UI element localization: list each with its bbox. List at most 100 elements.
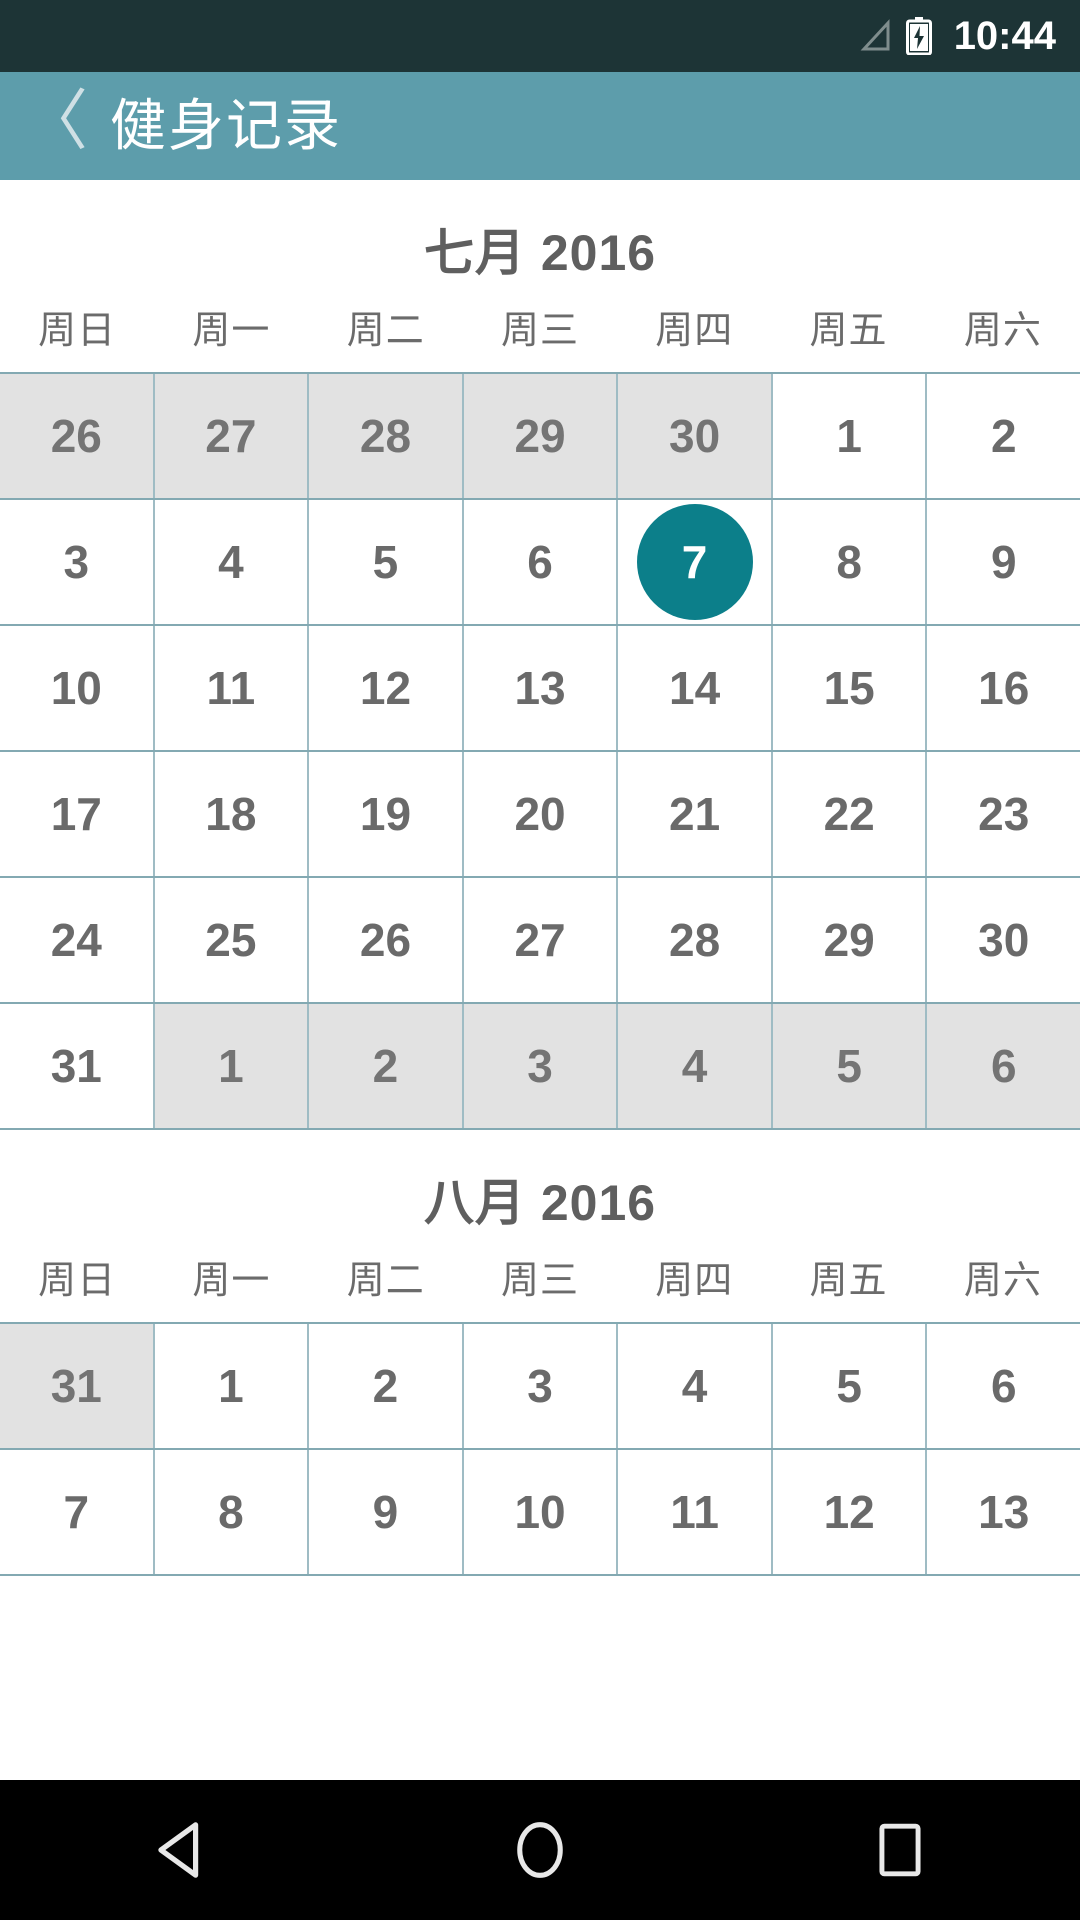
day-cell[interactable]: 3 xyxy=(0,500,155,624)
day-cell[interactable]: 13 xyxy=(927,1450,1080,1574)
day-cell[interactable]: 10 xyxy=(463,1450,619,1574)
day-number: 31 xyxy=(50,1360,102,1412)
day-number: 30 xyxy=(978,914,1030,966)
day-cell[interactable]: 27 xyxy=(154,374,310,498)
calendar-scroll-area[interactable]: 七月 2016 周日 周一 周二 周三 周四 周五 周六 26 27 28 29 30 1 2 3 4 5 6 7 8 9… xyxy=(0,180,1080,1780)
week-grid: 26 27 28 29 30 1 2 3 4 5 6 7 8 9 10 11 12 13 14 15 16 17 18 19 2… xyxy=(0,372,1080,1130)
day-cell[interactable]: 24 xyxy=(0,878,155,1002)
day-number: 6 xyxy=(527,536,553,588)
day-cell[interactable]: 1 xyxy=(154,1324,310,1448)
day-cell[interactable]: 3 xyxy=(463,1004,619,1128)
day-number: 19 xyxy=(359,788,412,840)
day-cell[interactable]: 5 xyxy=(772,1004,928,1128)
day-number: 1 xyxy=(218,1040,244,1092)
day-cell[interactable]: 2 xyxy=(309,1004,464,1128)
day-cell[interactable]: 19 xyxy=(309,752,464,876)
weekday-header-cell: 周三 xyxy=(500,1260,579,1302)
day-cell[interactable]: 1 xyxy=(154,1004,310,1128)
day-cell[interactable]: 25 xyxy=(154,878,310,1002)
day-number: 1 xyxy=(218,1360,244,1412)
day-cell[interactable]: 10 xyxy=(0,626,155,750)
day-number: 7 xyxy=(63,1486,90,1538)
month-title: 八月 2016 xyxy=(423,1175,657,1231)
week-row: 17 18 19 20 21 22 23 xyxy=(0,752,1080,878)
day-number: 3 xyxy=(63,536,90,588)
day-number: 4 xyxy=(681,1040,708,1092)
day-cell[interactable]: 13 xyxy=(463,626,619,750)
back-navigation-icon[interactable]: 〈 xyxy=(18,88,96,164)
signal-triangle-icon xyxy=(858,19,892,53)
day-cell[interactable]: 16 xyxy=(927,626,1080,750)
day-cell[interactable]: 31 xyxy=(0,1004,155,1128)
day-cell[interactable]: 23 xyxy=(927,752,1080,876)
day-cell[interactable]: 29 xyxy=(463,374,619,498)
day-cell[interactable]: 8 xyxy=(772,500,928,624)
day-cell[interactable]: 2 xyxy=(927,374,1080,498)
day-number: 28 xyxy=(669,914,721,966)
day-number: 27 xyxy=(514,914,566,966)
day-cell-selected[interactable]: 7 xyxy=(618,500,773,624)
day-cell[interactable]: 21 xyxy=(618,752,773,876)
day-cell[interactable]: 4 xyxy=(618,1004,773,1128)
day-cell[interactable]: 28 xyxy=(309,374,464,498)
day-number: 9 xyxy=(990,536,1017,588)
day-cell[interactable]: 14 xyxy=(618,626,773,750)
nav-home-button[interactable] xyxy=(450,1780,630,1920)
weekday-header-cell: 周日 xyxy=(38,1260,117,1302)
day-number: 2 xyxy=(990,410,1017,462)
day-cell[interactable]: 30 xyxy=(927,878,1080,1002)
day-cell[interactable]: 1 xyxy=(772,374,928,498)
day-cell[interactable]: 11 xyxy=(618,1450,773,1574)
day-cell[interactable]: 20 xyxy=(463,752,619,876)
month-list: 七月 2016 周日 周一 周二 周三 周四 周五 周六 26 27 28 29 30 1 2 3 4 5 6 7 8 9… xyxy=(0,180,1080,1576)
day-cell[interactable]: 12 xyxy=(309,626,464,750)
day-number: 6 xyxy=(990,1040,1017,1092)
weekday-header-cell: 周二 xyxy=(346,1260,425,1302)
day-cell[interactable]: 27 xyxy=(463,878,619,1002)
day-number: 3 xyxy=(527,1040,553,1092)
day-number: 10 xyxy=(50,662,102,714)
day-cell[interactable]: 5 xyxy=(309,500,464,624)
day-cell[interactable]: 8 xyxy=(154,1450,310,1574)
status-icon-group: 10:44 xyxy=(858,16,1056,56)
day-number: 15 xyxy=(823,662,875,714)
week-grid: 31 1 2 3 4 5 6 7 8 9 10 11 12 13 xyxy=(0,1322,1080,1576)
status-bar-clock: 10:44 xyxy=(953,14,1056,58)
day-cell[interactable]: 30 xyxy=(618,374,773,498)
day-cell[interactable]: 4 xyxy=(618,1324,773,1448)
weekday-header-cell: 周一 xyxy=(192,310,271,352)
day-cell[interactable]: 3 xyxy=(463,1324,619,1448)
day-cell[interactable]: 17 xyxy=(0,752,155,876)
day-number: 9 xyxy=(372,1486,399,1538)
page-title: 健身记录 xyxy=(110,94,342,157)
month-block: 七月 2016 周日 周一 周二 周三 周四 周五 周六 26 27 28 29 30 1 2 3 4 5 6 7 8 9… xyxy=(0,180,1080,1130)
day-cell[interactable]: 31 xyxy=(0,1324,155,1448)
day-cell[interactable]: 12 xyxy=(772,1450,928,1574)
day-number: 21 xyxy=(669,788,721,840)
day-number: 29 xyxy=(514,410,566,462)
weekday-header-cell: 周六 xyxy=(963,310,1042,352)
week-row: 31 1 2 3 4 5 6 xyxy=(0,1324,1080,1450)
day-cell[interactable]: 6 xyxy=(927,1324,1080,1448)
day-cell[interactable]: 2 xyxy=(309,1324,464,1448)
day-cell[interactable]: 26 xyxy=(0,374,155,498)
month-block: 八月 2016 周日 周一 周二 周三 周四 周五 周六 31 1 2 3 4 5 6 7 8 9 10 11 12 13 xyxy=(0,1130,1080,1576)
day-cell[interactable]: 5 xyxy=(772,1324,928,1448)
day-cell[interactable]: 11 xyxy=(154,626,310,750)
day-cell[interactable]: 9 xyxy=(309,1450,464,1574)
day-cell[interactable]: 18 xyxy=(154,752,310,876)
day-cell[interactable]: 4 xyxy=(154,500,310,624)
battery-charging-icon xyxy=(905,17,932,56)
nav-back-button[interactable] xyxy=(90,1780,270,1920)
day-cell[interactable]: 9 xyxy=(927,500,1080,624)
day-cell[interactable]: 15 xyxy=(772,626,928,750)
day-cell[interactable]: 6 xyxy=(463,500,619,624)
day-cell[interactable]: 28 xyxy=(618,878,773,1002)
day-cell[interactable]: 6 xyxy=(927,1004,1080,1128)
day-cell[interactable]: 7 xyxy=(0,1450,155,1574)
day-cell[interactable]: 22 xyxy=(772,752,928,876)
day-cell[interactable]: 29 xyxy=(772,878,928,1002)
nav-recents-button[interactable] xyxy=(810,1780,990,1920)
day-cell[interactable]: 26 xyxy=(309,878,464,1002)
nav-back-triangle-icon xyxy=(154,1819,206,1881)
